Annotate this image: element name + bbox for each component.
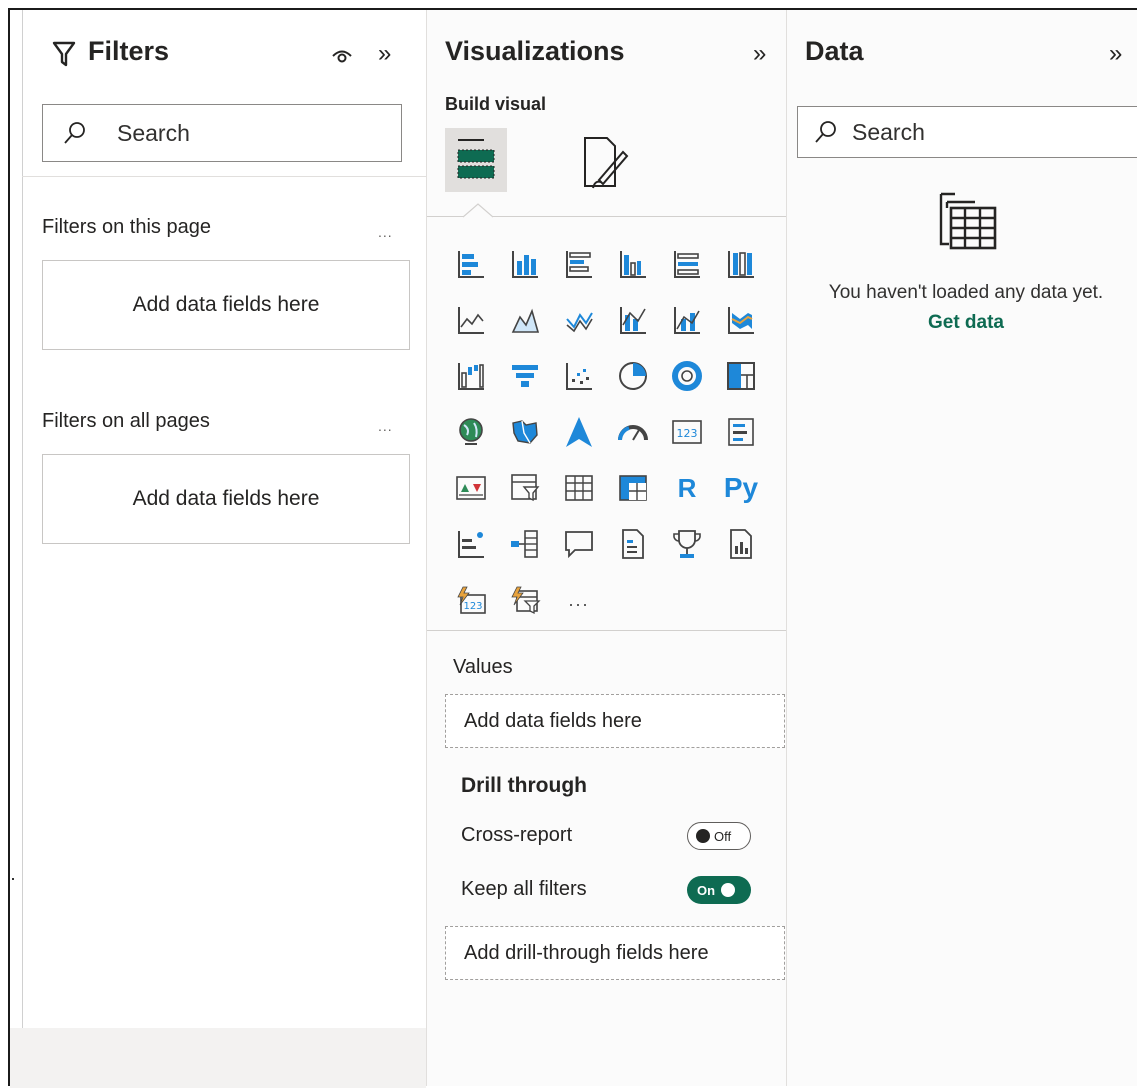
stray-dot: [12, 878, 14, 880]
map-icon[interactable]: [451, 412, 491, 452]
filters-on-all-pages-label: Filters on all pages: [42, 410, 210, 432]
kpi-icon[interactable]: [451, 468, 491, 508]
decomposition-tree-icon[interactable]: [505, 524, 545, 564]
eye-icon[interactable]: [330, 46, 354, 71]
slicer-icon[interactable]: [505, 468, 545, 508]
filters-on-this-page-dropzone[interactable]: Add data fields here: [42, 260, 410, 350]
cross-report-state: Off: [714, 828, 732, 844]
fields-divider: [427, 630, 787, 631]
filters-on-all-pages-dropzone[interactable]: Add data fields here: [42, 454, 410, 544]
waterfall-chart-icon[interactable]: [451, 356, 491, 396]
filters-pane: Filters » Search Filters on this page ..…: [10, 10, 427, 1088]
filters-on-this-page-more-button[interactable]: ...: [378, 224, 393, 240]
stacked-column-chart-icon[interactable]: [505, 244, 545, 284]
more-visuals-icon[interactable]: ...: [559, 580, 599, 620]
stacked-area-chart-icon[interactable]: [559, 300, 599, 340]
filters-on-all-pages-more-button[interactable]: ...: [378, 418, 393, 434]
build-visual-tab[interactable]: [445, 128, 507, 192]
collapse-visualizations-chevron-icon[interactable]: »: [753, 40, 766, 68]
donut-chart-icon[interactable]: [667, 356, 707, 396]
empty-state-text: You haven't loaded any data yet.: [828, 282, 1104, 303]
clustered-bar-chart-icon[interactable]: [559, 244, 599, 284]
dropzone-label: Add data fields here: [464, 709, 642, 732]
filters-search-placeholder: Search: [117, 119, 190, 146]
dropzone-label: Add data fields here: [132, 293, 320, 316]
line-and-clustered-column-icon[interactable]: [667, 300, 707, 340]
funnel-chart-icon[interactable]: [505, 356, 545, 396]
filters-divider: [22, 176, 426, 177]
collapse-data-chevron-icon[interactable]: »: [1109, 40, 1122, 68]
visual-type-gallery: 123 R Py 123 ...: [451, 244, 771, 636]
paginated-report-icon[interactable]: [721, 524, 761, 564]
r-label: R: [677, 472, 697, 503]
data-search-input[interactable]: Search: [797, 106, 1137, 158]
r-script-visual-icon[interactable]: R: [667, 468, 707, 508]
cross-report-label: Cross-report: [461, 824, 573, 846]
stacked-bar-chart-icon[interactable]: [451, 244, 491, 284]
visualizations-title: Visualizations: [445, 36, 625, 66]
filters-search-input[interactable]: Search: [42, 104, 402, 162]
filters-pane-footer: [10, 1028, 426, 1088]
search-icon: [814, 120, 838, 144]
dropzone-label: Add drill-through fields here: [464, 941, 709, 964]
empty-state-message: You haven't loaded any data yet. Get dat…: [821, 278, 1111, 338]
matrix-icon[interactable]: [613, 468, 653, 508]
values-dropzone[interactable]: Add data fields here: [445, 694, 785, 748]
search-icon: [63, 121, 87, 145]
line-and-stacked-column-icon[interactable]: [613, 300, 653, 340]
svg-text:123: 123: [677, 427, 698, 440]
dropzone-label: Add data fields here: [132, 487, 320, 510]
keep-all-filters-state: On: [697, 882, 716, 898]
metrics-icon[interactable]: [667, 524, 707, 564]
card-icon[interactable]: 123: [667, 412, 707, 452]
100-stacked-column-chart-icon[interactable]: [721, 244, 761, 284]
collapse-filters-chevron-icon[interactable]: »: [378, 40, 391, 68]
key-influencers-icon[interactable]: [451, 524, 491, 564]
format-visual-icon[interactable]: [579, 134, 631, 195]
data-title: Data: [805, 36, 864, 66]
power-automate-icon[interactable]: [505, 580, 545, 620]
empty-table-icon: [935, 188, 1001, 263]
keep-all-filters-label: Keep all filters: [461, 878, 587, 900]
pie-chart-icon[interactable]: [613, 356, 653, 396]
filter-icon: [52, 40, 76, 73]
filters-title: Filters: [88, 36, 170, 66]
scatter-chart-icon[interactable]: [559, 356, 599, 396]
clustered-column-chart-icon[interactable]: [613, 244, 653, 284]
report-panes: Filters » Search Filters on this page ..…: [8, 8, 1137, 1088]
more-visuals-label: ...: [568, 589, 590, 610]
data-pane: Data » Search You haven't loaded any dat…: [786, 10, 1137, 1086]
smart-narrative-icon[interactable]: [613, 524, 653, 564]
data-search-placeholder: Search: [852, 118, 925, 145]
py-label: Py: [723, 472, 759, 503]
toggle-knob: [696, 829, 710, 843]
python-visual-icon[interactable]: Py: [721, 468, 761, 508]
selected-tab-caret-icon: [462, 202, 494, 223]
cross-report-toggle[interactable]: Off: [687, 822, 751, 850]
filled-map-icon[interactable]: [505, 412, 545, 452]
drill-through-dropzone[interactable]: Add drill-through fields here: [445, 926, 785, 980]
values-label: Values: [453, 656, 513, 678]
multi-row-card-icon[interactable]: [721, 412, 761, 452]
100-stacked-bar-chart-icon[interactable]: [667, 244, 707, 284]
keep-all-filters-toggle[interactable]: On: [687, 876, 751, 904]
build-visual-icon: [456, 136, 496, 184]
azure-map-icon[interactable]: [559, 412, 599, 452]
filters-on-this-page-label: Filters on this page: [42, 216, 211, 238]
ribbon-chart-icon[interactable]: [721, 300, 761, 340]
qa-icon[interactable]: [559, 524, 599, 564]
build-visual-label: Build visual: [445, 94, 547, 114]
svg-text:123: 123: [463, 601, 482, 612]
drill-through-title: Drill through: [461, 774, 587, 797]
visualizations-pane: Visualizations » Build visual 123 R Py 1…: [426, 10, 787, 1086]
line-chart-icon[interactable]: [451, 300, 491, 340]
table-icon[interactable]: [559, 468, 599, 508]
get-data-link[interactable]: Get data: [928, 312, 1004, 333]
power-apps-icon[interactable]: 123: [451, 580, 491, 620]
treemap-icon[interactable]: [721, 356, 761, 396]
gauge-icon[interactable]: [613, 412, 653, 452]
toggle-knob: [721, 883, 736, 897]
area-chart-icon[interactable]: [505, 300, 545, 340]
